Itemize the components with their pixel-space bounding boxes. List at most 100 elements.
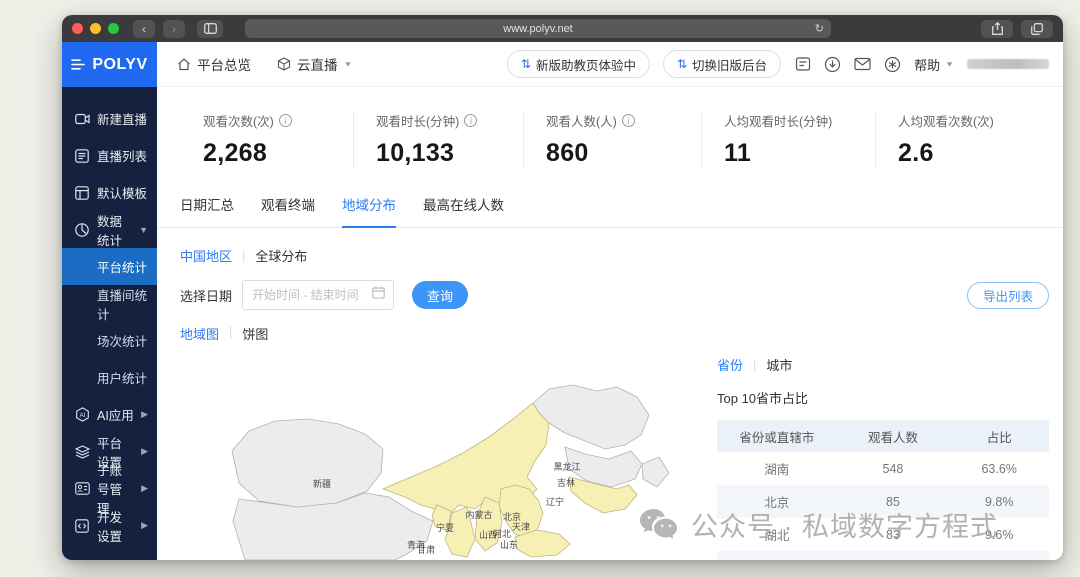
- sidebar-item-new-live[interactable]: 新建直播: [62, 100, 157, 137]
- home-icon: [177, 58, 191, 71]
- chevron-down-icon: ▼: [344, 60, 353, 68]
- sidebar-item-session-statistics[interactable]: 场次统计: [62, 322, 157, 359]
- province-table: 省份或直辖市 观看人数 占比 湖南 548 63.6% 北京: [717, 420, 1049, 560]
- sidebar-item-platform-statistics[interactable]: 平台统计: [62, 248, 157, 285]
- table-row: 广东 47 5.4%: [717, 551, 1049, 560]
- sidebar-item-ai-apps[interactable]: AI AI应用 ▶: [62, 396, 157, 433]
- account-name-redacted[interactable]: [967, 59, 1049, 69]
- date-range-input[interactable]: [242, 280, 394, 310]
- cell-viewers: 47: [837, 551, 950, 560]
- share-button[interactable]: [981, 20, 1013, 38]
- help-menu[interactable]: 帮助 ▼: [914, 55, 954, 74]
- cell-viewers: 548: [837, 452, 950, 485]
- cell-ratio: 9.6%: [949, 518, 1049, 551]
- minimize-window-button[interactable]: [90, 23, 101, 34]
- document-icon[interactable]: [794, 56, 811, 73]
- link-city[interactable]: 城市: [766, 355, 792, 374]
- logo-text: POLYV: [92, 56, 147, 74]
- camera-icon: [75, 111, 90, 126]
- url-text: www.polyv.net: [245, 23, 831, 35]
- nav-cloud-live[interactable]: 云直播 ▼: [277, 54, 352, 74]
- map-label-shandong: 山东: [500, 539, 518, 550]
- tabs-overview-button[interactable]: [1021, 20, 1053, 38]
- calendar-icon: [372, 286, 385, 304]
- stat-label: 人均观看时长(分钟): [724, 111, 832, 130]
- link-region-map[interactable]: 地域图: [180, 324, 219, 343]
- chrome-right-buttons: [981, 20, 1053, 38]
- nav-platform-overview[interactable]: 平台总览: [177, 54, 251, 74]
- forward-button[interactable]: ›: [163, 20, 185, 38]
- info-icon[interactable]: i: [464, 114, 477, 127]
- tab-date-summary[interactable]: 日期汇总: [180, 194, 234, 227]
- sidebar-item-subaccount[interactable]: 子账号管理 ▶: [62, 470, 157, 507]
- switch-old-console-label: 切换旧版后台: [692, 55, 767, 74]
- back-button[interactable]: ‹: [133, 20, 155, 38]
- main-content: 观看次数(次)i 2,268 观看时长(分钟)i 10,133 观看人数(人)i…: [157, 87, 1063, 560]
- address-bar[interactable]: www.polyv.net ↻: [245, 19, 831, 38]
- link-global-distribution[interactable]: 全球分布: [255, 246, 307, 265]
- close-window-button[interactable]: [72, 23, 83, 34]
- points-icon[interactable]: [884, 56, 901, 73]
- sidebar-item-label: 开发设置: [97, 507, 134, 545]
- info-icon[interactable]: i: [279, 114, 292, 127]
- table-row: 湖南 548 63.6%: [717, 452, 1049, 485]
- new-assistant-button[interactable]: ⇅ 新版助教页体验中: [507, 50, 650, 78]
- col-province: 省份或直辖市: [717, 420, 837, 452]
- export-list-button[interactable]: 导出列表: [967, 282, 1049, 309]
- info-icon[interactable]: i: [622, 114, 635, 127]
- logo[interactable]: POLYV: [62, 42, 157, 87]
- sidebar-item-label: 数据统计: [97, 211, 132, 249]
- chevron-down-icon: ▼: [945, 60, 954, 68]
- header-nav: 平台总览 云直播 ▼ ⇅ 新版助教页体验中 ⇅ 切换旧版后台: [157, 42, 1063, 87]
- cube-icon: [277, 57, 291, 71]
- sidebar-item-dev-settings[interactable]: 开发设置 ▶: [62, 507, 157, 544]
- sidebar-toggle-icon[interactable]: [197, 20, 223, 38]
- col-ratio: 占比: [949, 420, 1049, 452]
- stat-label: 人均观看次数(次): [898, 111, 994, 130]
- link-province[interactable]: 省份: [717, 355, 743, 374]
- download-icon[interactable]: [824, 56, 841, 73]
- stat-watch-minutes: 观看时长(分钟)i 10,133: [353, 111, 523, 168]
- sidebar-item-live-list[interactable]: 直播列表: [62, 137, 157, 174]
- table-header-row: 省份或直辖市 观看人数 占比: [717, 420, 1049, 452]
- sidebar-item-default-template[interactable]: 默认模板: [62, 174, 157, 211]
- sidebar-item-data-statistics[interactable]: 数据统计 ▼: [62, 211, 157, 248]
- reload-icon[interactable]: ↻: [815, 22, 824, 35]
- layers-icon: [75, 444, 90, 459]
- province-heilongjiang: [533, 385, 649, 449]
- map-label-beijing: 北京: [503, 511, 521, 522]
- nav-cloud-live-label: 云直播: [297, 54, 338, 74]
- sidebar-item-label: 场次统计: [97, 331, 147, 350]
- link-pie-chart[interactable]: 饼图: [242, 324, 268, 343]
- table-row: 北京 85 9.8%: [717, 485, 1049, 518]
- sidebar-item-room-statistics[interactable]: 直播间统计: [62, 285, 157, 322]
- stat-viewers: 观看人数(人)i 860: [523, 111, 701, 168]
- stat-label: 观看次数(次): [203, 111, 274, 130]
- date-filter-label: 选择日期: [180, 286, 232, 305]
- link-china-region[interactable]: 中国地区: [180, 246, 232, 265]
- swap-arrows-icon: ⇅: [521, 57, 531, 71]
- tab-region-distribution[interactable]: 地域分布: [342, 194, 396, 227]
- map-label-shanxi: 山西: [479, 530, 497, 540]
- query-button[interactable]: 查询: [412, 281, 468, 309]
- tab-view-terminal[interactable]: 观看终端: [261, 194, 315, 227]
- china-map[interactable]: 新疆 黑龙江 吉林 辽宁 内蒙古 北京 天津 河北 山西 山东 宁夏 青海 甘肃: [197, 379, 697, 560]
- list-icon: [75, 148, 90, 163]
- tab-max-online[interactable]: 最高在线人数: [423, 194, 504, 227]
- mail-icon[interactable]: [854, 56, 871, 73]
- province-far-east: [642, 457, 669, 487]
- region-table-panel: 省份 | 城市 Top 10省市占比 省份或直辖市 观看人数 占比: [717, 355, 1049, 560]
- id-card-icon: [75, 481, 90, 496]
- zoom-window-button[interactable]: [108, 23, 119, 34]
- divider: |: [242, 248, 245, 263]
- sidebar-item-label: AI应用: [97, 405, 134, 424]
- province-xinjiang: [232, 419, 383, 507]
- sidebar-item-label: 直播列表: [97, 146, 147, 165]
- app-header: POLYV 平台总览 云直播 ▼ ⇅ 新版助教页体验中 ⇅ 切换旧版后台: [62, 42, 1063, 87]
- sidebar-item-user-statistics[interactable]: 用户统计: [62, 359, 157, 396]
- map-label-ningxia: 宁夏: [436, 522, 454, 533]
- map-label-heilongjiang: 黑龙江: [553, 461, 580, 472]
- date-range-field[interactable]: [243, 288, 361, 302]
- switch-old-console-button[interactable]: ⇅ 切换旧版后台: [663, 50, 781, 78]
- region-switch: 中国地区 | 全球分布: [157, 228, 1063, 265]
